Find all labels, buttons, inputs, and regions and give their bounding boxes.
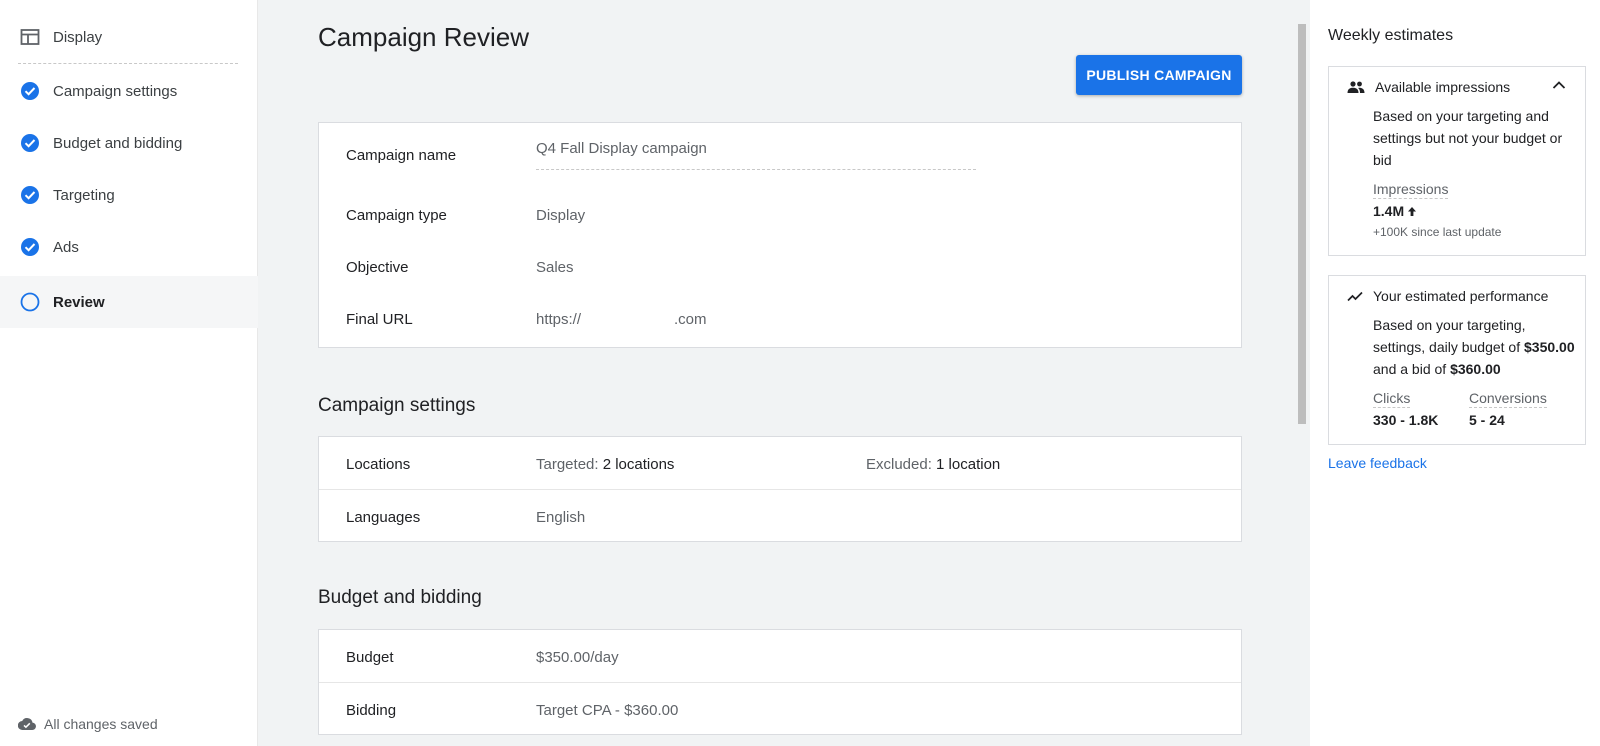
save-status: All changes saved [18,716,158,732]
publish-campaign-button[interactable]: PUBLISH CAMPAIGN [1076,55,1242,95]
sidebar-item-label: Budget and bidding [53,134,183,152]
check-circle-icon [20,133,40,153]
locations-label: Locations [346,455,411,473]
people-icon [1347,80,1365,94]
sidebar-item-budget-bidding[interactable]: Budget and bidding [0,117,258,169]
available-impressions-header[interactable]: Available impressions [1347,79,1510,95]
final-url-suffix: .com [674,310,707,328]
performance-desc-part2: and a bid of [1373,361,1451,377]
weekly-estimates-title: Weekly estimates [1328,27,1454,44]
campaign-name-underline [536,169,976,170]
languages-row: Languages English [319,507,1241,527]
budget-label: Budget [346,648,394,666]
campaign-type-value: Display [536,206,586,224]
chevron-up-icon[interactable] [1551,77,1567,98]
final-url-row: Final URL https:// .com [319,309,1241,329]
campaign-type-row: Campaign type Display [319,205,1241,225]
campaign-name-input[interactable]: Q4 Fall Display campaign [536,140,707,157]
impressions-label: Impressions [1373,181,1449,199]
final-url-label: Final URL [346,310,413,328]
weekly-estimates-panel: Weekly estimates Available impressions B… [1310,0,1600,746]
estimated-performance-heading: Your estimated performance [1373,288,1549,304]
estimated-performance-header: Your estimated performance [1347,288,1548,304]
campaign-settings-title: Campaign settings [318,395,476,416]
sidebar-item-label: Ads [53,238,79,256]
targeted-locations: Targeted: 2 locations [536,456,674,473]
sidebar-item-review[interactable]: Review [0,276,258,328]
performance-budget: $350.00 [1524,339,1575,355]
performance-description: Based on your targeting, settings, daily… [1373,314,1578,380]
targeted-label: Targeted: [536,455,599,473]
sidebar-item-campaign-settings[interactable]: Campaign settings [0,65,258,117]
sidebar-item-label: Campaign settings [53,82,178,100]
bidding-label: Bidding [346,701,397,719]
excluded-label: Excluded: [866,455,932,473]
languages-label: Languages [346,508,421,526]
impressions-value: 1.4M [1373,203,1405,219]
performance-desc-part1: Based on your targeting, settings, daily… [1373,317,1526,355]
impressions-value-row: 1.4M [1373,203,1417,219]
languages-value: English [536,508,586,526]
sidebar-divider [18,63,238,64]
check-circle-icon [20,237,40,257]
bidding-row: Bidding Target CPA - $360.00 [319,700,1241,720]
objective-row: Objective Sales [319,257,1241,277]
excluded-locations: Excluded: 1 location [866,456,1000,473]
performance-bid: $360.00 [1450,361,1501,377]
sidebar-item-targeting[interactable]: Targeting [0,169,258,221]
sidebar-nav: Display Campaign settings Budget and bid… [0,0,258,746]
campaign-type-label: Campaign type [346,206,447,224]
impressions-description: Based on your targeting and settings but… [1373,108,1563,168]
budget-bidding-title: Budget and bidding [318,587,482,608]
sidebar-item-display[interactable]: Display [0,11,258,63]
campaign-summary-card: Campaign name Q4 Fall Display campaign C… [318,122,1242,348]
check-circle-icon [20,81,40,101]
leave-feedback-link[interactable]: Leave feedback [1328,455,1427,471]
page-title: Campaign Review [318,22,529,52]
objective-value: Sales [536,258,574,276]
sidebar-item-ads[interactable]: Ads [0,221,258,273]
locations-row: Locations Targeted: 2 locations Excluded… [319,454,1241,474]
clicks-value: 330 - 1.8K [1373,412,1439,428]
display-layout-icon [20,27,40,47]
conversions-label: Conversions [1469,390,1547,408]
impressions-change: +100K since last update [1373,225,1502,239]
row-divider [319,489,1241,490]
budget-bidding-card: Budget $350.00/day Bidding Target CPA - … [318,629,1242,735]
sidebar-item-label: Display [53,28,103,46]
budget-row: Budget $350.00/day [319,647,1241,667]
clicks-label: Clicks [1373,390,1411,408]
sidebar-item-label: Review [53,293,105,311]
objective-label: Objective [346,258,409,276]
row-divider [319,682,1241,683]
cloud-done-icon [18,717,36,731]
conversions-value: 5 - 24 [1469,412,1505,428]
bidding-value: Target CPA - $360.00 [536,701,679,719]
trending-up-icon [1347,290,1363,302]
sidebar-item-label: Targeting [53,186,115,204]
main-content: Campaign Review PUBLISH CAMPAIGN Campaig… [258,0,1310,746]
budget-value: $350.00/day [536,648,619,666]
save-status-text: All changes saved [44,716,158,732]
available-impressions-card: Available impressions Based on your targ… [1328,66,1586,256]
campaign-name-field-row: Q4 Fall Display campaign [319,137,1241,159]
empty-circle-icon [20,292,40,312]
check-circle-icon [20,185,40,205]
campaign-settings-card: Locations Targeted: 2 locations Excluded… [318,436,1242,542]
arrow-up-icon [1407,206,1417,217]
final-url-prefix: https:// [536,310,582,328]
main-scrollbar[interactable] [1298,24,1306,424]
targeted-value: 2 locations [602,455,675,473]
available-impressions-heading: Available impressions [1375,79,1511,95]
excluded-value: 1 location [936,455,1001,473]
estimated-performance-card: Your estimated performance Based on your… [1328,275,1586,445]
